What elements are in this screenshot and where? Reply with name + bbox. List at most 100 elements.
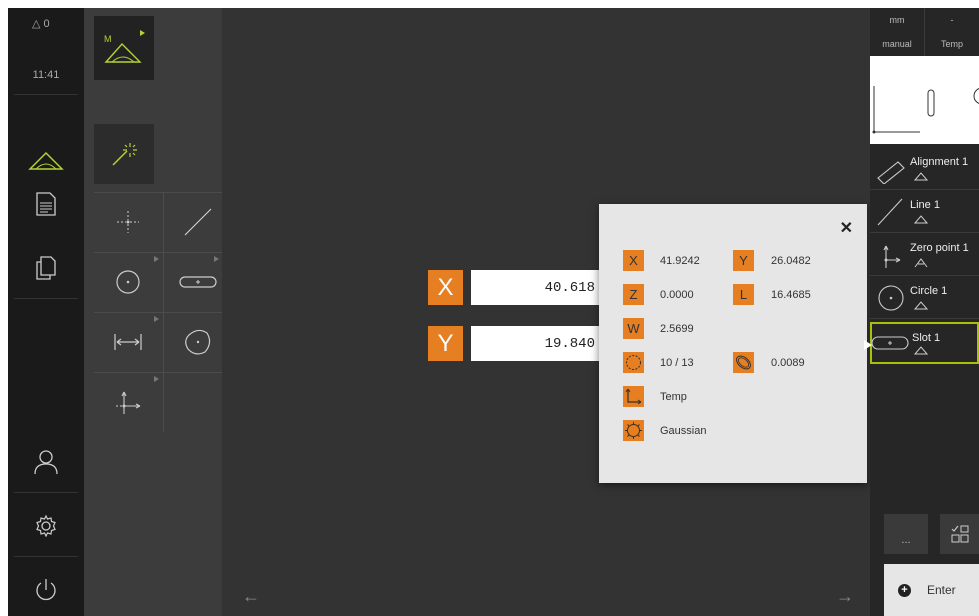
length-value: 16.4685 (771, 289, 811, 301)
plus-icon: + (898, 583, 911, 597)
y-axis-label: Y (428, 326, 463, 361)
feature-item-zero-point[interactable]: Zero point 1 (870, 234, 979, 276)
x-axis-label: X (428, 270, 463, 305)
power-menu-item[interactable] (8, 570, 84, 610)
feature-label: Slot 1 (912, 332, 941, 344)
close-icon[interactable]: ✕ (840, 218, 853, 238)
length-label: L (733, 284, 754, 305)
enter-button[interactable]: + Enter (884, 564, 979, 616)
forward-arrow-icon[interactable]: → (836, 586, 854, 607)
feature-item-line[interactable]: Line 1 (870, 191, 979, 233)
circle-icon (116, 270, 140, 294)
feature-item-circle[interactable]: Circle 1 (870, 277, 979, 319)
filter-value: Gaussian (660, 425, 707, 437)
width-value: 2.5699 (660, 323, 694, 335)
distance-tool-button[interactable] (94, 312, 162, 372)
mode-selector[interactable]: manual (870, 32, 925, 56)
function-palette: M (84, 8, 222, 616)
preview-graphic (872, 86, 979, 134)
points-icon (623, 352, 644, 373)
y-position-value: 19.840 (471, 326, 603, 361)
settings-menu-item[interactable] (8, 506, 84, 546)
form-error-value: 0.0089 (771, 357, 805, 369)
points-value: 10 / 13 (660, 357, 694, 369)
coordinate-system-icon (116, 391, 141, 414)
submenu-arrow-icon (154, 256, 159, 262)
construction-icon (914, 258, 928, 268)
measure-icon (28, 151, 64, 170)
auxiliary-functions-button[interactable] (940, 514, 979, 554)
zero-point-tool-button[interactable] (94, 372, 162, 432)
submenu-arrow-icon (154, 376, 159, 382)
feature-label: Circle 1 (910, 285, 948, 297)
feature-item-slot[interactable]: Slot 1 (870, 322, 979, 364)
documents-icon (36, 256, 56, 280)
status-area[interactable]: △ 0 11:41 (8, 8, 84, 94)
point-tool-button[interactable] (94, 192, 162, 252)
filter-icon (623, 420, 644, 441)
distance-icon (114, 334, 142, 350)
slot-icon (871, 336, 909, 350)
circle-icon (878, 285, 904, 311)
clock: 11:41 (32, 69, 60, 81)
y-coordinate-value: 26.0482 (771, 255, 811, 267)
measured-icon (914, 215, 928, 224)
inspector-panel: mm - manual Temp Alignment 1 Line 1 Zero… (870, 8, 979, 616)
manual-measure-icon: M (104, 30, 145, 63)
z-coordinate-label: Z (623, 284, 644, 305)
enter-label: Enter (927, 583, 956, 597)
warning-count: 0 (43, 18, 50, 30)
report-icon (36, 192, 56, 216)
feature-label: Alignment 1 (910, 156, 969, 168)
circle-tool-button[interactable] (94, 252, 162, 312)
precision-selector[interactable]: - (925, 8, 979, 32)
coordinate-system-icon (883, 245, 901, 268)
point-icon (117, 211, 139, 233)
feature-item-alignment[interactable]: Alignment 1 (870, 148, 979, 190)
measure-magic-wand-button[interactable] (94, 124, 154, 184)
reference-selector[interactable]: Temp (925, 32, 979, 56)
x-coordinate-value: 41.9242 (660, 255, 700, 267)
warning-indicator[interactable]: △ 0 (32, 17, 50, 30)
file-management-menu-item[interactable] (8, 250, 84, 286)
z-coordinate-value: 0.0000 (660, 289, 694, 301)
feature-preview[interactable] (870, 56, 979, 144)
app-frame: △ 0 11:41 M X 40.618 Y 19.840 ← → ✕ X 41… (8, 8, 979, 616)
user-login-menu-item[interactable] (8, 442, 84, 482)
manual-measure-mode-button[interactable]: M (94, 16, 154, 80)
measure-menu-item[interactable] (8, 140, 84, 180)
reference-system-value: Temp (660, 391, 687, 403)
svg-text:M: M (104, 34, 112, 44)
divider (14, 298, 78, 299)
line-icon (184, 208, 212, 236)
y-coordinate-label: Y (733, 250, 754, 271)
back-arrow-icon[interactable]: ← (242, 586, 260, 607)
grid-check-icon (951, 525, 968, 543)
feature-label: Zero point 1 (910, 242, 969, 254)
report-menu-item[interactable] (8, 186, 84, 222)
submenu-arrow-icon (154, 316, 159, 322)
alignment-icon (877, 161, 905, 184)
feature-label: Line 1 (910, 199, 940, 211)
magic-wand-icon (112, 143, 137, 166)
line-icon (877, 198, 903, 226)
user-icon (34, 450, 58, 475)
gear-icon (36, 515, 56, 537)
feature-details-popup: ✕ X 41.9242 Y 26.0482 Z 0.0000 L 16.4685… (599, 204, 867, 483)
width-label: W (623, 318, 644, 339)
unit-selector[interactable]: mm (870, 8, 925, 32)
inspector-toolbar-row-1: mm - (870, 8, 979, 32)
submenu-arrow-icon (214, 256, 219, 262)
x-coordinate-label: X (623, 250, 644, 271)
divider (14, 556, 78, 557)
main-menu: △ 0 11:41 (8, 8, 84, 616)
divider (14, 492, 78, 493)
inspector-toolbar-row-2: manual Temp (870, 32, 979, 56)
measured-icon (914, 172, 928, 181)
more-options-button[interactable]: ... (884, 514, 928, 554)
measured-icon (914, 301, 928, 310)
selection-pointer-icon (864, 340, 872, 350)
x-position-value: 40.618 (471, 270, 603, 305)
slot-icon (179, 276, 217, 288)
measured-icon (914, 346, 928, 355)
